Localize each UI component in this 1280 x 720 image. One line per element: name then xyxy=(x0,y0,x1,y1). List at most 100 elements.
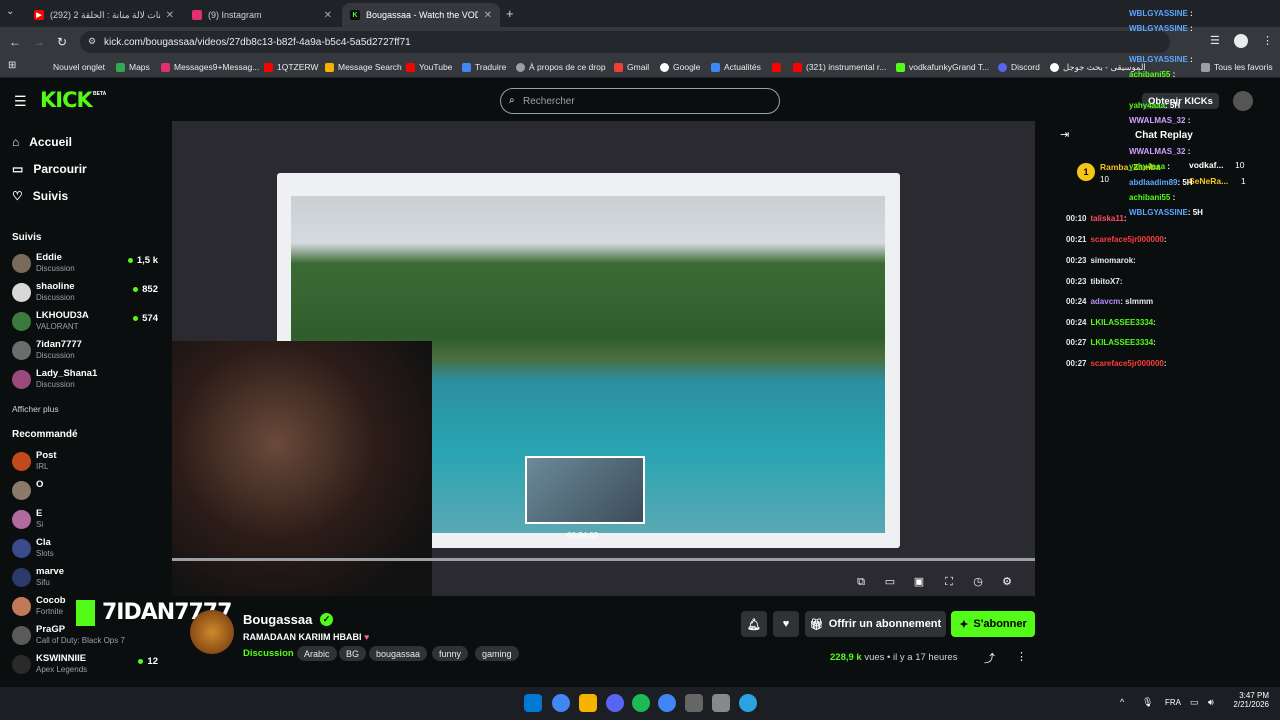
network-icon[interactable]: ▭ xyxy=(1190,697,1199,708)
browser-tab[interactable]: (9) Instagram ✕ xyxy=(184,3,340,27)
chat-username[interactable]: taliska11 xyxy=(1090,214,1123,223)
windows-start-icon[interactable] xyxy=(524,694,542,712)
chat-username[interactable]: adavcm xyxy=(1090,297,1120,306)
close-tab-icon[interactable]: ✕ xyxy=(324,10,332,21)
chat-username[interactable]: LKILASSEE3334 xyxy=(1090,318,1153,327)
bookmark[interactable] xyxy=(772,60,781,74)
back-icon[interactable]: ← xyxy=(9,35,21,49)
bookmark[interactable]: Maps xyxy=(116,60,150,74)
follow-button[interactable]: ♥ xyxy=(773,611,799,637)
search-input[interactable]: ⌕ Rechercher xyxy=(500,88,780,114)
new-tab-button[interactable]: + xyxy=(506,6,514,21)
tag[interactable]: bougassaa xyxy=(369,646,428,661)
bookmark[interactable]: Traduire xyxy=(462,60,506,74)
browser-tab-active[interactable]: K Bougassaa - Watch the VOD on ✕ xyxy=(342,3,500,27)
recommended-channel[interactable]: O xyxy=(12,477,162,505)
bookmark[interactable]: Message Search xyxy=(325,60,402,74)
close-tab-icon[interactable]: ✕ xyxy=(484,10,492,21)
chat-username[interactable]: scareface5jr000000 xyxy=(1090,359,1163,368)
bookmark[interactable]: Gmail xyxy=(614,60,649,74)
apps-icon[interactable]: ⊞ xyxy=(8,60,16,71)
bookmark[interactable]: vodkafunkyGrand T... xyxy=(896,60,989,74)
following-channel[interactable]: Eddie Discussion 1,5 k xyxy=(12,250,162,278)
chat-username[interactable]: LKILASSEE3334 xyxy=(1090,338,1153,347)
chrome-icon[interactable] xyxy=(658,694,676,712)
telegram-icon[interactable] xyxy=(739,694,757,712)
recommended-channel[interactable]: marve Sifu xyxy=(12,564,162,592)
tab-search-icon[interactable]: ⌄ xyxy=(6,6,14,17)
bookmark[interactable]: Nouvel onglet xyxy=(53,60,105,74)
notification-button[interactable]: 🔔︎ xyxy=(741,611,767,637)
forward-icon[interactable]: → xyxy=(33,35,45,49)
fullscreen-icon[interactable]: ⛶ xyxy=(942,576,956,588)
nav-home[interactable]: ⌂ Accueil xyxy=(12,135,72,149)
leaderboard-name[interactable]: SeNeRa... xyxy=(1189,176,1228,186)
bookmark[interactable]: (321) instrumental r... xyxy=(793,60,886,74)
browser-tab[interactable]: ▶ (292) بنات لالة منانة : الحلقة 2 ✕ xyxy=(26,3,182,27)
bookmark[interactable]: Google xyxy=(660,60,700,74)
profile-avatar[interactable] xyxy=(1234,34,1248,48)
bookmark[interactable]: YouTube xyxy=(406,60,452,74)
kick-logo[interactable]: KICK xyxy=(40,88,93,112)
nav-following[interactable]: ♡ Suivis xyxy=(12,189,68,203)
clock[interactable]: 3:47 PM 2/21/2026 xyxy=(1227,691,1269,709)
language-indicator[interactable]: FRA xyxy=(1165,698,1181,707)
recommended-channel[interactable]: PraGP Call of Duty: Black Ops 7 xyxy=(12,622,162,650)
hamburger-menu-icon[interactable]: ☰ xyxy=(14,93,27,110)
settings-icon[interactable]: ⚙ xyxy=(1000,576,1014,588)
miniplayer-icon[interactable]: ▣ xyxy=(912,576,926,588)
recommended-channel[interactable]: Cla Slots xyxy=(12,535,162,563)
bookmark[interactable]: Messages9+Messag... xyxy=(161,60,259,74)
tag[interactable]: Arabic xyxy=(297,646,337,661)
channel-name[interactable]: Bougassaa xyxy=(243,612,312,627)
share-icon[interactable]: ⤴ xyxy=(984,650,995,666)
more-options-icon[interactable]: ⋮ xyxy=(1016,650,1027,663)
menu-icon[interactable]: ☰ xyxy=(1210,34,1220,47)
recommended-channel[interactable]: E Si xyxy=(12,506,162,534)
chat-username[interactable]: simomarok xyxy=(1090,256,1133,265)
progress-bar[interactable] xyxy=(172,558,1035,561)
following-channel[interactable]: LKHOUD3A VALORANT 574 xyxy=(12,308,162,336)
tag[interactable]: gaming xyxy=(475,646,519,661)
spotify-icon[interactable] xyxy=(632,694,650,712)
recommended-channel[interactable]: KSWINNIIE Apex Legends 12 xyxy=(12,651,162,679)
speed-icon[interactable]: ◷ xyxy=(971,576,985,588)
theater-icon[interactable]: ▭ xyxy=(883,576,897,588)
show-more-link[interactable]: Afficher plus xyxy=(12,404,59,414)
all-bookmarks[interactable]: Tous les favoris xyxy=(1201,60,1273,74)
microphone-icon[interactable]: 🎙︎ xyxy=(1142,697,1153,708)
gift-sub-button[interactable]: 🎁︎ Offrir un abonnement xyxy=(805,611,946,637)
bookmark[interactable]: Actualités xyxy=(711,60,761,74)
chrome-icon[interactable] xyxy=(552,694,570,712)
tag[interactable]: BG xyxy=(339,646,367,661)
settings-app-icon[interactable] xyxy=(712,694,730,712)
bookmark[interactable]: À propos de ce drop xyxy=(516,60,606,74)
following-channel[interactable]: 7idan7777 Discussion xyxy=(12,337,162,365)
reload-icon[interactable]: ↻ xyxy=(57,35,67,49)
recommended-channel[interactable]: Post IRL xyxy=(12,448,162,476)
app-icon[interactable] xyxy=(685,694,703,712)
category-link[interactable]: Discussion xyxy=(243,648,294,659)
subscribe-button[interactable]: ✦ S'abonner xyxy=(951,611,1035,637)
following-channel[interactable]: Lady_Shana1 Discussion xyxy=(12,366,162,394)
file-explorer-icon[interactable] xyxy=(579,694,597,712)
nav-browse[interactable]: ▭ Parcourir xyxy=(12,162,87,176)
close-tab-icon[interactable]: ✕ xyxy=(166,10,174,21)
leaderboard-name[interactable]: vodkaf... xyxy=(1189,160,1223,170)
tray-chevron-icon[interactable]: ^ xyxy=(1120,697,1124,707)
following-channel[interactable]: shaoline Discussion 852 xyxy=(12,279,162,307)
more-menu-icon[interactable]: ⋮ xyxy=(1262,34,1273,47)
video-player[interactable]: 00:34:02 ⧉ ▭ ▣ ⛶ ◷ ⚙ xyxy=(172,121,1035,596)
pip-icon[interactable]: ⧉ xyxy=(854,576,868,588)
chat-username[interactable]: scareface5jr000000 xyxy=(1090,235,1163,244)
collapse-chat-icon[interactable]: ⇥ xyxy=(1060,128,1069,141)
discord-icon[interactable] xyxy=(606,694,624,712)
user-avatar[interactable] xyxy=(1233,91,1253,111)
tag[interactable]: funny xyxy=(432,646,469,661)
volume-icon[interactable]: 🔊︎ xyxy=(1208,697,1214,708)
bookmark[interactable]: 1QTZERW xyxy=(264,60,318,74)
channel-avatar[interactable] xyxy=(190,610,234,654)
site-info-icon[interactable]: ⚙ xyxy=(88,36,96,47)
address-bar[interactable]: ⚙ kick.com/bougassaa/videos/27db8c13-b82… xyxy=(80,31,1170,53)
chat-username[interactable]: tibitoX7 xyxy=(1090,277,1119,286)
